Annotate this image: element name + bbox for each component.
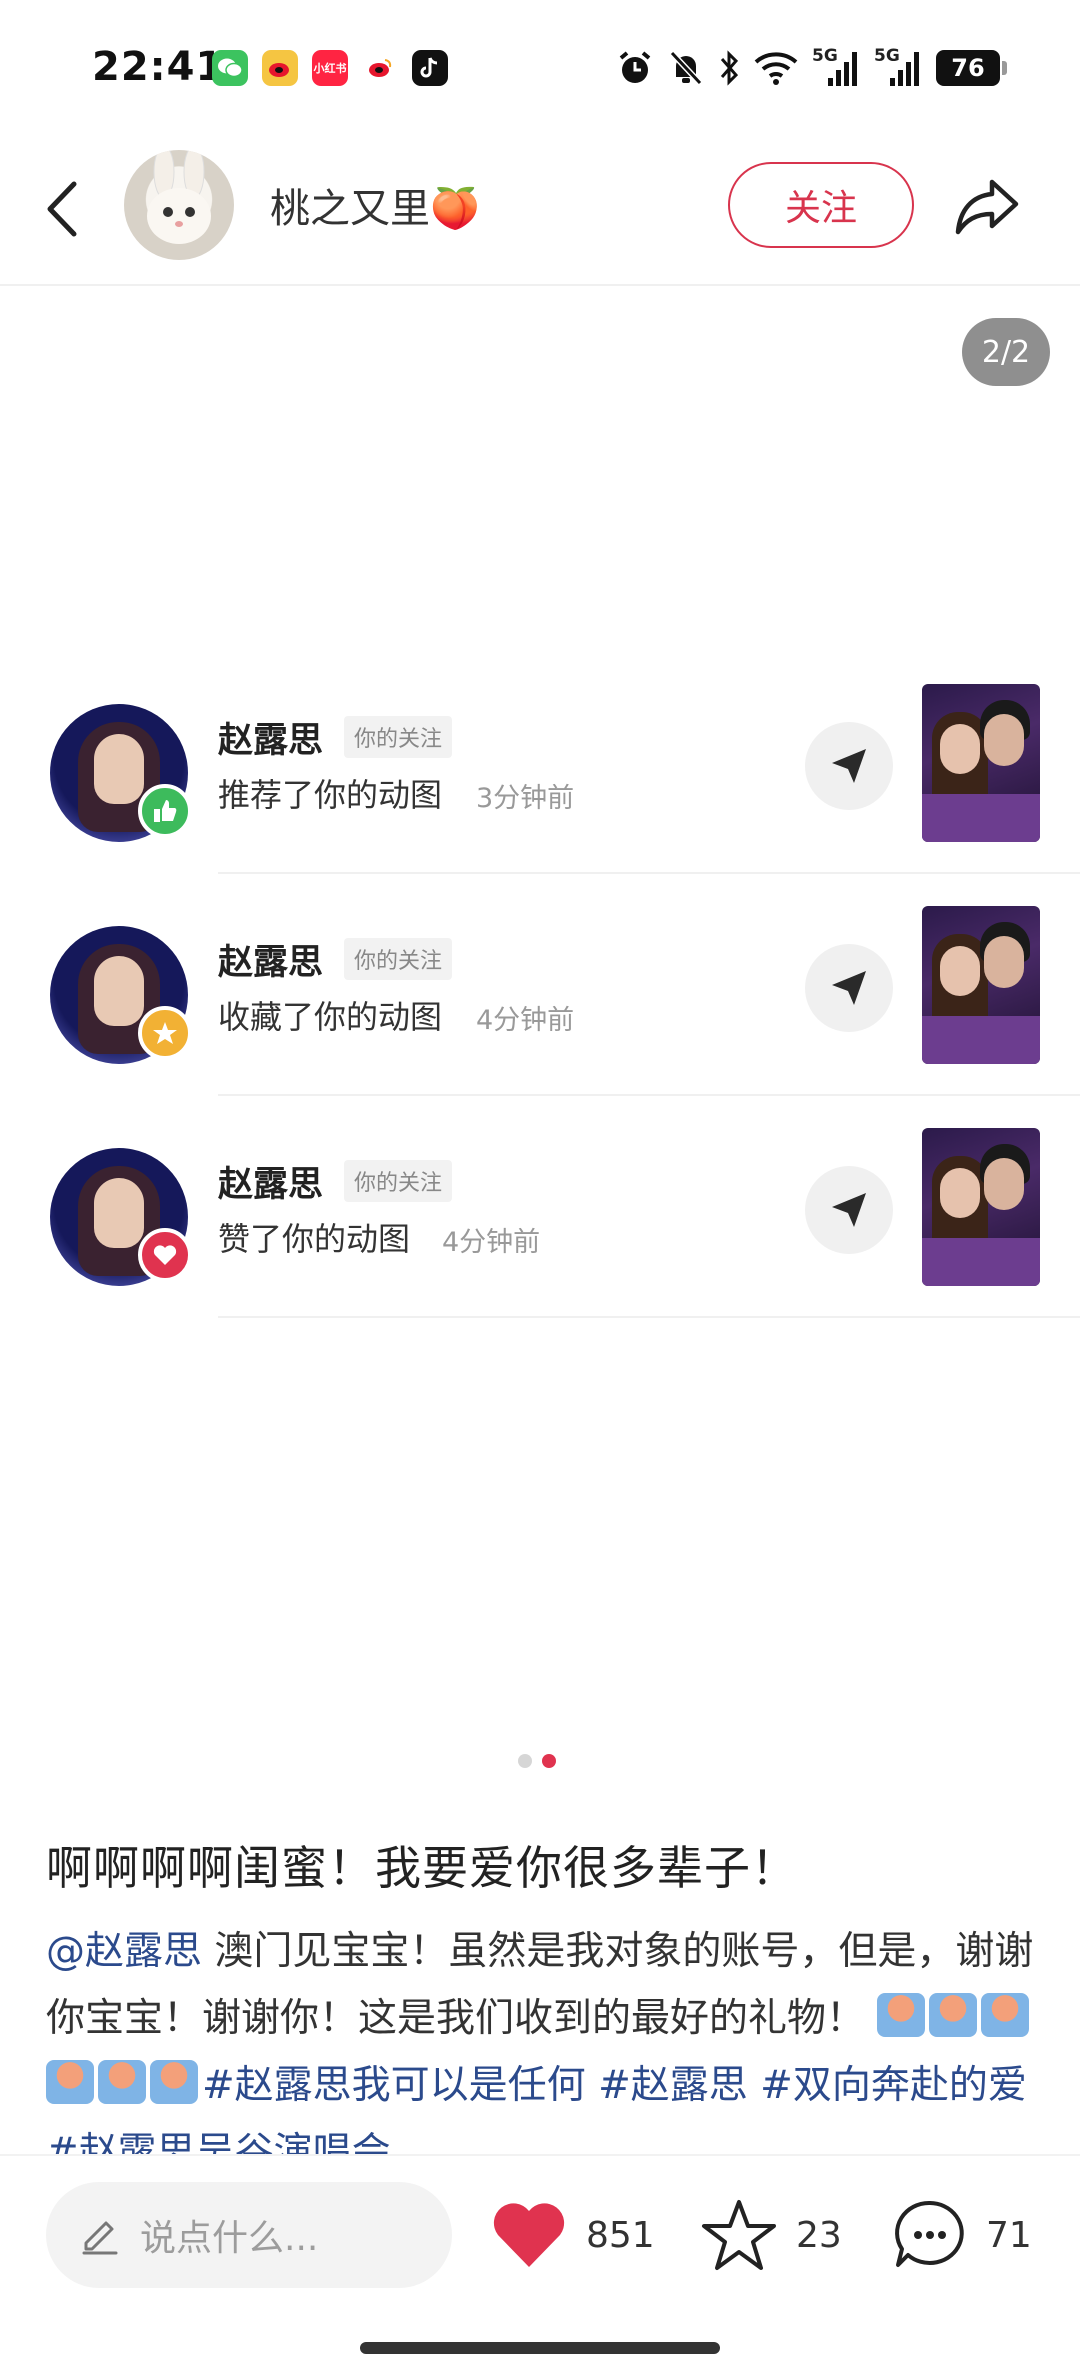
- send-icon: [805, 722, 893, 810]
- collect-button[interactable]: 23: [700, 2190, 842, 2280]
- post-title: 啊啊啊啊闺蜜！我要爱你很多辈子！: [46, 1841, 798, 1895]
- bluetooth-icon: [718, 46, 740, 90]
- crying-sticker-icon: [150, 2060, 198, 2104]
- notification-thumbnail: [922, 1128, 1040, 1286]
- following-tag: 你的关注: [344, 1160, 453, 1202]
- follow-button[interactable]: 关注: [728, 162, 914, 248]
- chevron-left-icon: [47, 181, 77, 237]
- notification-action: 推荐了你的动图: [218, 776, 443, 814]
- like-count: 851: [586, 2214, 655, 2256]
- wechat-icon: [212, 50, 248, 86]
- mute-bell-icon: [668, 46, 704, 90]
- share-button[interactable]: [952, 170, 1024, 242]
- divider: [218, 1094, 1080, 1096]
- notification-action: 收藏了你的动图: [218, 998, 443, 1036]
- back-button[interactable]: [36, 174, 92, 244]
- like-button[interactable]: 851: [490, 2190, 655, 2280]
- comment-icon: [895, 2200, 964, 2267]
- divider: [218, 872, 1080, 874]
- following-tag: 你的关注: [344, 938, 453, 980]
- bottom-action-bar: 说点什么... 851 23 71: [0, 2154, 1080, 2373]
- crying-sticker-icon: [46, 2060, 94, 2104]
- comment-button[interactable]: 71: [892, 2190, 1032, 2280]
- crying-sticker-icon: [877, 1993, 926, 2037]
- notification-time: 4分钟前: [442, 1227, 541, 1258]
- signal-5g-label: 5G: [812, 46, 838, 66]
- signal-5g-icon: 5G: [812, 46, 860, 90]
- notification-name: 赵露思: [218, 1165, 324, 1205]
- post-header: 桃之又里🍑 关注: [0, 130, 1080, 286]
- notification-app-icons: 小红书: [212, 50, 448, 86]
- carousel-dot: [518, 1754, 532, 1768]
- notification-time: 4分钟前: [476, 1005, 575, 1036]
- signal-5g-icon: 5G: [874, 46, 922, 90]
- comment-input[interactable]: 说点什么...: [46, 2182, 452, 2288]
- send-icon: [805, 1166, 893, 1254]
- comment-count: 71: [986, 2214, 1032, 2256]
- alarm-icon: [616, 46, 654, 90]
- crying-sticker-icon: [981, 1993, 1030, 2037]
- carousel-indicator: [518, 1754, 556, 1768]
- crying-sticker-icon: [929, 1993, 978, 2037]
- wifi-icon: [754, 46, 798, 90]
- mention-link[interactable]: @赵露思: [46, 1929, 202, 1974]
- xiaohongshu-icon: 小红书: [312, 50, 348, 86]
- status-time: 22:41: [92, 44, 225, 90]
- divider: [218, 1316, 1080, 1318]
- weibo-icon: [262, 50, 298, 86]
- pencil-icon: [82, 2221, 118, 2255]
- xiaohongshu-label: 小红书: [313, 62, 347, 75]
- system-icons: 5G 5G 76: [616, 46, 1007, 90]
- notification-time: 3分钟前: [476, 783, 575, 814]
- notification-item: 赵露思 你的关注 收藏了你的动图 4分钟前: [0, 906, 1080, 1106]
- notification-name: 赵露思: [218, 721, 324, 761]
- weibo-icon: [362, 50, 398, 86]
- battery-indicator: 76: [936, 50, 1007, 86]
- status-bar: 22:41 小红书 5G 5G 76: [0, 0, 1080, 130]
- star-icon: [702, 2200, 776, 2270]
- collect-count: 23: [796, 2214, 842, 2256]
- author-username[interactable]: 桃之又里🍑: [270, 176, 480, 234]
- image-page-counter: 2/2: [962, 318, 1050, 386]
- notification-thumbnail: [922, 906, 1040, 1064]
- following-tag: 你的关注: [344, 716, 453, 758]
- send-icon: [805, 944, 893, 1032]
- notification-name: 赵露思: [218, 943, 324, 983]
- notification-action: 赞了你的动图: [218, 1220, 411, 1258]
- share-icon: [955, 179, 1019, 235]
- post-body: @赵露思 澳门见宝宝！虽然是我对象的账号，但是，谢谢你宝宝！谢谢你！这是我们收到…: [46, 1918, 1036, 2154]
- heart-icon: [493, 2203, 565, 2267]
- signal-5g-label: 5G: [874, 46, 900, 66]
- heart-icon: [138, 1228, 192, 1282]
- thumbs-up-icon: [138, 784, 192, 838]
- comment-placeholder: 说点什么...: [140, 2218, 319, 2259]
- notification-item: 赵露思 你的关注 推荐了你的动图 3分钟前: [0, 684, 1080, 884]
- notification-item: 赵露思 你的关注 赞了你的动图 4分钟前: [0, 1128, 1080, 1328]
- crying-sticker-icon: [98, 2060, 146, 2104]
- carousel-dot-active: [542, 1754, 556, 1768]
- home-indicator[interactable]: [360, 2342, 720, 2354]
- notification-thumbnail: [922, 684, 1040, 842]
- star-icon: [138, 1006, 192, 1060]
- author-avatar[interactable]: [124, 150, 234, 260]
- tiktok-icon: [412, 50, 448, 86]
